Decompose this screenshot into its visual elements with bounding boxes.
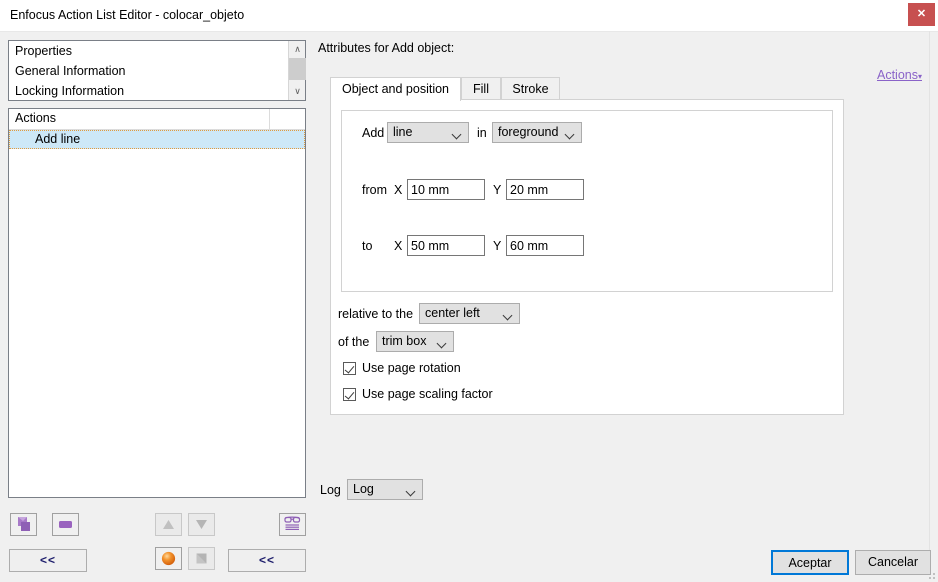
properties-item-general-information[interactable]: General Information [9,61,305,81]
object-type-select[interactable]: line [387,122,469,143]
from-y-input[interactable] [506,179,584,200]
tab-stroke[interactable]: Stroke [501,77,560,100]
accept-button[interactable]: Aceptar [771,550,849,575]
actions-list-header: Actions [9,109,305,130]
use-page-rotation-label: Use page rotation [362,361,461,375]
layer-value[interactable]: foreground [492,122,582,143]
of-the-label: of the [338,335,370,349]
position-groupbox: Add line in foreground from X Y to X Y [341,110,833,292]
box-type-select[interactable]: trim box [376,331,454,352]
resize-grip[interactable] [925,569,935,579]
cancel-button[interactable]: Cancelar [855,550,931,575]
relative-to-value[interactable]: center left [419,303,520,324]
log-value[interactable]: Log [347,479,423,500]
from-label: from [362,183,387,197]
gray-square-icon [196,553,207,564]
relative-to-select[interactable]: center left [419,303,520,324]
triangle-up-icon [163,520,174,529]
actions-column-header: Actions [15,111,56,125]
collapse-left-button[interactable]: << [9,549,87,572]
actions-menu-link[interactable]: Actions▾ [877,68,922,82]
actions-list[interactable]: Actions Add line [8,108,306,498]
glasses-icon [284,516,301,530]
table-row[interactable]: Add line [9,130,305,149]
window-titlebar: Enfocus Action List Editor - colocar_obj… [0,0,938,32]
properties-item-locking-information[interactable]: Locking Information [9,81,305,101]
from-y-label: Y [493,183,502,197]
checkbox-checked-icon [343,362,356,375]
tab-fill[interactable]: Fill [461,77,501,100]
from-x-input[interactable] [407,179,485,200]
add-shape-glyph [18,517,30,531]
properties-item-properties[interactable]: Properties [9,41,305,61]
properties-scrollbar[interactable]: ∧ ∨ [288,41,306,100]
move-down-button [188,513,215,536]
remove-icon[interactable] [52,513,79,536]
to-y-label: Y [493,239,502,253]
object-type-value[interactable]: line [387,122,469,143]
log-label: Log [320,483,341,497]
close-icon[interactable]: ✕ [908,3,935,26]
scroll-down-icon[interactable]: ∨ [289,83,306,100]
to-label: to [362,239,373,253]
tab-object-and-position[interactable]: Object and position [330,77,461,101]
preview-button[interactable] [279,513,306,536]
orange-sphere-icon [161,551,176,566]
action-row-label: Add line [35,132,81,146]
move-up-button [155,513,182,536]
remove-glyph [59,521,72,528]
to-x-label: X [394,239,403,253]
checkbox-checked-icon [343,388,356,401]
from-x-label: X [394,183,403,197]
to-y-input[interactable] [506,235,584,256]
actions-menu-label: Actions [876,68,918,82]
layer-select[interactable]: foreground [492,122,582,143]
attributes-title: Attributes for Add object: [318,41,455,55]
scroll-up-icon[interactable]: ∧ [289,41,306,58]
scrollbar-thumb[interactable] [289,58,306,80]
column-divider[interactable] [269,109,270,129]
to-x-input[interactable] [407,235,485,256]
window-inner-border [929,31,930,551]
tab-panel-object-and-position: Add line in foreground from X Y to X Y r… [330,99,844,415]
tab-strip: Object and position Fill Stroke [330,77,844,101]
orange-sphere-button[interactable] [155,547,182,570]
box-type-value[interactable]: trim box [376,331,454,352]
in-label: in [477,126,487,140]
relative-to-label: relative to the [338,307,414,321]
triangle-down-icon [196,520,207,529]
use-page-scaling-label: Use page scaling factor [362,387,493,401]
window-title: Enfocus Action List Editor - colocar_obj… [10,8,245,22]
gray-square-button [188,547,215,570]
add-label: Add [362,126,385,140]
collapse-right-button[interactable]: << [228,549,306,572]
chevron-down-icon: ▾ [917,72,922,81]
properties-list[interactable]: Properties General Information Locking I… [8,40,306,101]
add-shape-icon[interactable] [10,513,37,536]
log-select[interactable]: Log [347,479,423,500]
